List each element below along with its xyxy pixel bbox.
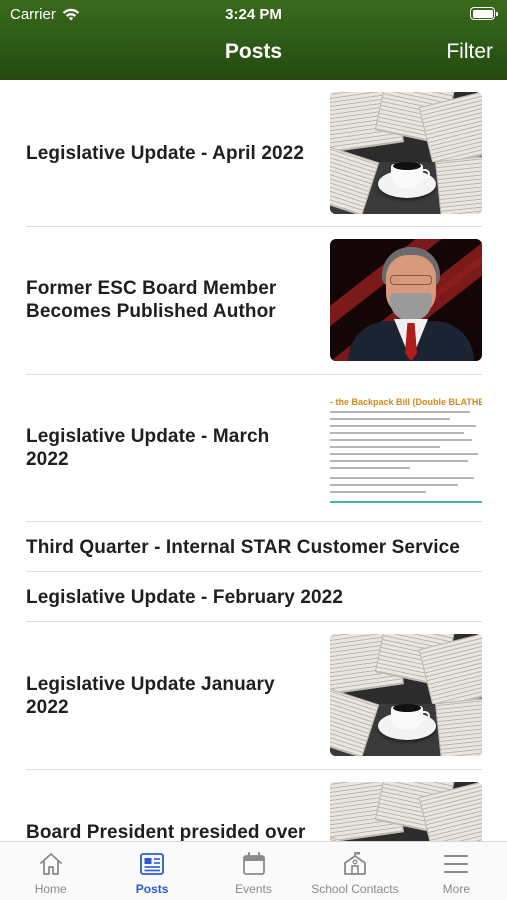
home-icon <box>39 853 62 875</box>
post-item[interactable]: Former ESC Board Member Becomes Publishe… <box>26 227 482 375</box>
post-title: Board President presided over <box>26 822 306 841</box>
tab-events[interactable]: Events <box>203 842 304 900</box>
post-thumbnail-newspaper <box>330 634 482 756</box>
post-item[interactable]: Legislative Update - April 2022 <box>26 80 482 227</box>
status-bar: Carrier 3:24 PM <box>0 0 507 28</box>
post-title: Legislative Update - March 2022 <box>26 426 270 470</box>
post-title: Legislative Update - April 2022 <box>26 143 304 164</box>
tab-label: Home <box>34 882 67 896</box>
tab-label: Posts <box>135 882 169 896</box>
calendar-icon <box>242 852 265 875</box>
post-title: Legislative Update January 2022 <box>26 674 275 718</box>
post-item[interactable]: Third Quarter - Internal STAR Customer S… <box>26 522 482 572</box>
filter-button[interactable]: Filter <box>446 40 493 64</box>
post-item[interactable]: Legislative Update - February 2022 <box>26 572 482 622</box>
posts-icon <box>140 853 165 875</box>
battery-level <box>472 9 493 18</box>
post-title: Former ESC Board Member Becomes Publishe… <box>26 278 277 322</box>
tab-more[interactable]: More <box>406 842 507 900</box>
post-thumbnail-newspaper <box>330 782 482 841</box>
document-heading-text: - the Backpack Bill (Double BLATHER) <box>330 397 482 407</box>
tab-label: More <box>442 882 470 896</box>
post-thumbnail-newspaper <box>330 92 482 214</box>
post-title: Legislative Update - February 2022 <box>26 587 344 608</box>
post-item[interactable]: Legislative Update - March 2022 - the Ba… <box>26 375 482 522</box>
menu-icon <box>444 855 469 873</box>
school-icon <box>344 852 366 875</box>
tab-label: Events <box>235 882 272 896</box>
post-item[interactable]: Legislative Update January 2022 <box>26 622 482 770</box>
post-item[interactable]: Board President presided over <box>26 770 482 841</box>
battery-icon <box>470 7 498 20</box>
tab-bar: Home Posts Events School Contacts More <box>0 841 507 900</box>
document-heading: - the Backpack Bill (Double BLATHER) <box>330 397 482 407</box>
status-time: 3:24 PM <box>225 6 282 23</box>
post-list[interactable]: Legislative Update - April 2022 Former E… <box>0 80 507 841</box>
tab-school-contacts[interactable]: School Contacts <box>304 842 405 900</box>
post-title: Third Quarter - Internal STAR Customer S… <box>26 537 460 558</box>
post-thumbnail-document: - the Backpack Bill (Double BLATHER) <box>330 387 482 509</box>
tab-home[interactable]: Home <box>0 842 101 900</box>
tab-label: School Contacts <box>311 882 399 896</box>
navigation-header: Carrier 3:24 PM Posts Filter <box>0 0 507 80</box>
page-title: Posts <box>224 40 283 63</box>
tab-posts[interactable]: Posts <box>101 842 202 900</box>
post-thumbnail-portrait <box>330 239 482 361</box>
